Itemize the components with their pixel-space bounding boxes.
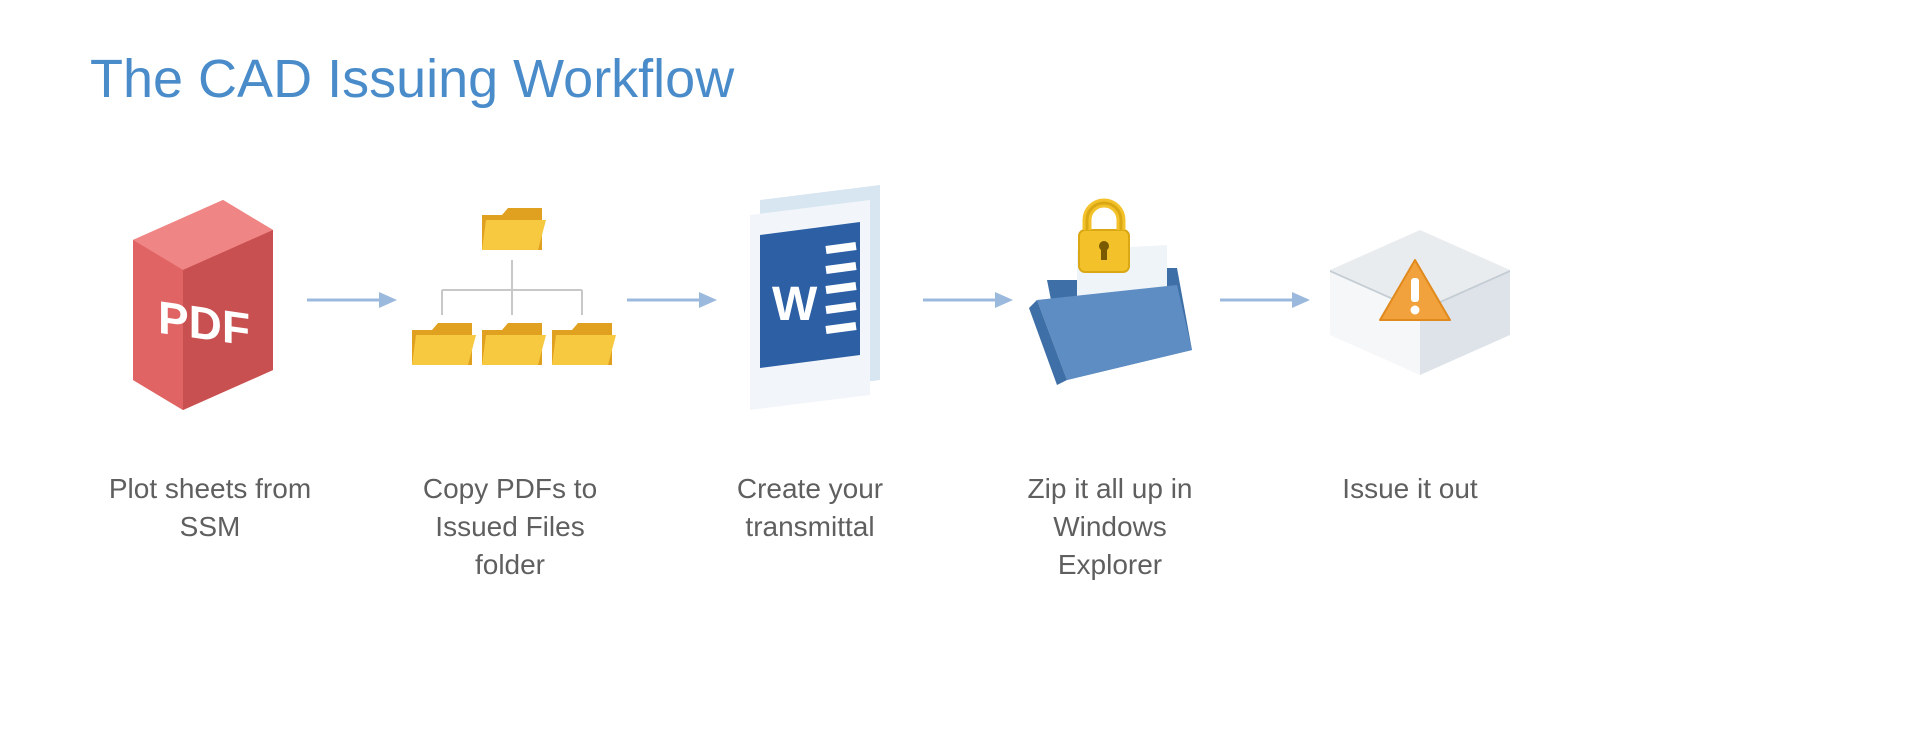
arrow-right-icon — [627, 285, 717, 315]
locked-folder-icon — [1017, 190, 1217, 410]
step-5-caption: Issue it out — [1300, 470, 1520, 583]
step-1-caption: Plot sheets from SSM — [100, 470, 320, 583]
word-doc-icon: W — [730, 180, 910, 420]
arrow-right-icon — [1220, 285, 1310, 315]
envelope-alert-icon — [1310, 200, 1520, 400]
arrow-2 — [627, 285, 717, 315]
arrow-right-icon — [307, 285, 397, 315]
folder-tree-icon — [397, 190, 627, 410]
arrow-4 — [1220, 285, 1310, 315]
arrow-right-icon — [923, 285, 1013, 315]
workflow-slide: The CAD Issuing Workflow PDF — [0, 0, 1919, 737]
step-5 — [1310, 170, 1520, 430]
slide-title: The CAD Issuing Workflow — [90, 48, 734, 110]
pdf-doc-icon: PDF — [103, 180, 303, 420]
step-3-caption: Create your transmittal — [700, 470, 920, 583]
step-4-caption: Zip it all up in Windows Explorer — [1000, 470, 1220, 583]
lock-icon — [1079, 203, 1129, 272]
step-4 — [1013, 170, 1220, 430]
step-3: W — [717, 170, 924, 430]
step-2-caption: Copy PDFs to Issued Files folder — [400, 470, 620, 583]
step-2 — [397, 170, 627, 430]
svg-text:W: W — [772, 278, 818, 331]
step-1: PDF — [100, 170, 307, 430]
arrow-1 — [307, 285, 397, 315]
captions-row: Plot sheets from SSM Copy PDFs to Issued… — [100, 470, 1520, 583]
workflow-row: PDF — [100, 150, 1520, 450]
arrow-3 — [923, 285, 1013, 315]
